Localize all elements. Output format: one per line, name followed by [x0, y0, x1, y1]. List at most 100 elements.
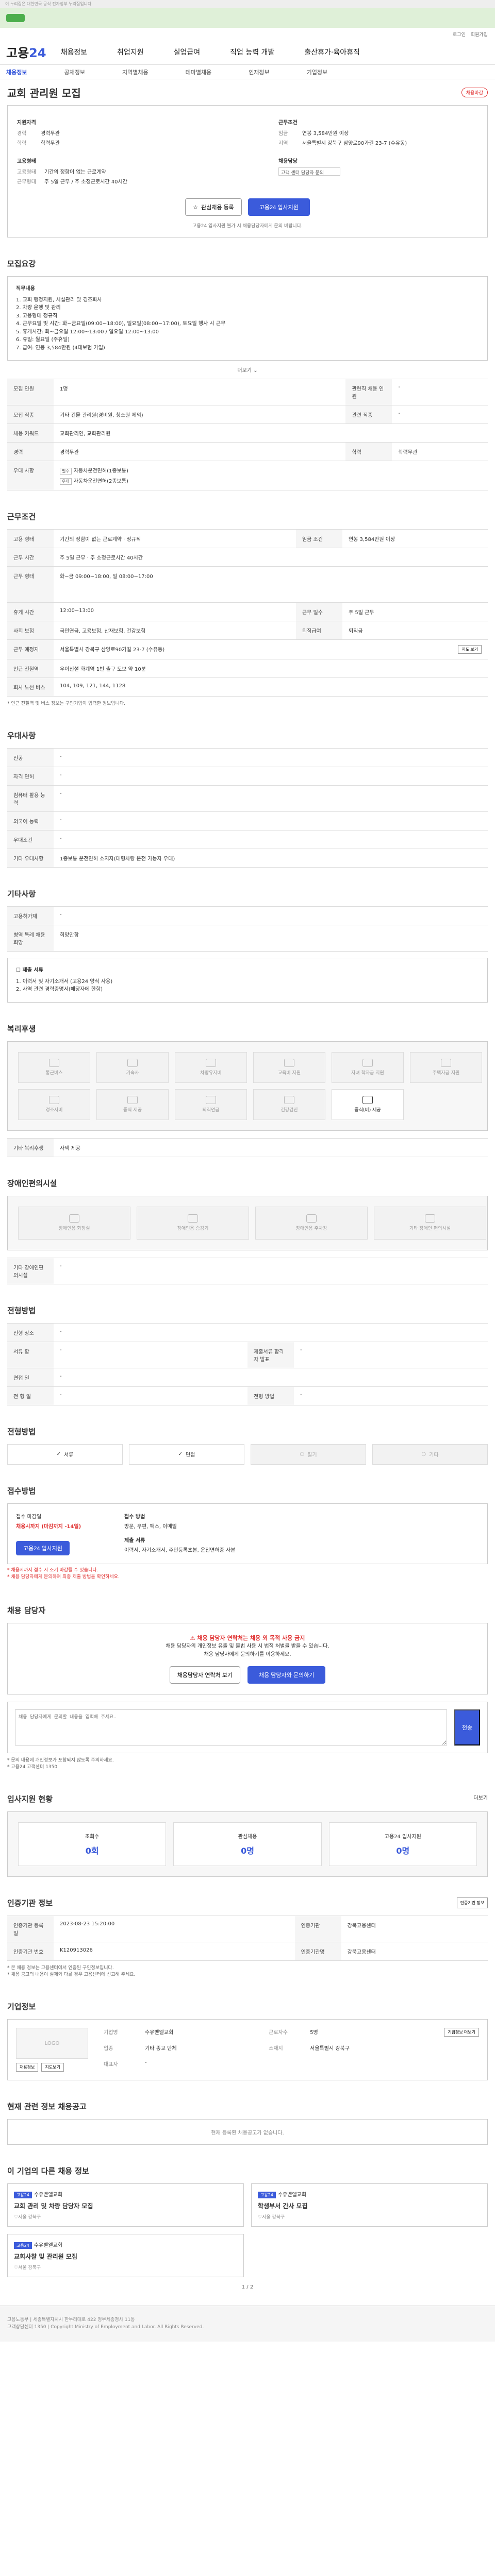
signup-link[interactable]: 회원가입: [471, 31, 488, 38]
row-key: 우대 사항: [7, 461, 54, 490]
stats-more-link[interactable]: 더보기: [473, 1793, 488, 1804]
company-left: LOGO 채용정보 지도보기: [16, 2028, 88, 2072]
job-line: 5. 휴게시간: 화~금요일 12:00~13:00 / 일요일 12:00~1…: [16, 329, 159, 335]
info-note-line: * 채용 공고의 내용이 실제와 다를 경우 고용센터에 신고해 주세요.: [7, 1972, 136, 1978]
site-logo[interactable]: 고용24: [6, 43, 46, 61]
welfare-icon: [362, 1096, 373, 1104]
stats-panel: 조회수 0회 관심채용 0명 고용24 입사지원 0명: [7, 1811, 488, 1877]
subnav-item-talent[interactable]: 인재정보: [249, 68, 269, 76]
work-heading: 근무조건: [7, 512, 36, 521]
method-value: 방문, 우편, 팩스, 이메일: [124, 1523, 177, 1530]
cond-value: 연봉 3,584만원 이상: [302, 131, 349, 137]
job-location: 서울 강북구: [18, 2265, 41, 2271]
facility-label: 장애인용 주차장: [295, 1226, 327, 1231]
row-value: -: [294, 1341, 488, 1368]
job-title[interactable]: 교회사찰 및 관리원 모집: [14, 2252, 237, 2261]
logo-main: 고용: [6, 46, 29, 60]
banner-badge: [6, 14, 25, 22]
job-card[interactable]: 고용24수유벧엘교회학생부서 간사 모집서울 강북구: [251, 2183, 488, 2227]
disabled-heading: 장애인편의시설: [7, 1178, 57, 1188]
job-title[interactable]: 교회 관리 및 차량 담당자 모집: [14, 2201, 237, 2210]
job-line: 3. 고용형태 정규직: [16, 313, 58, 319]
row-key: 채용 키워드: [7, 423, 54, 443]
job-line: 6. 휴일: 월요일 (주휴일): [16, 337, 70, 343]
row-key: 전형 장소: [7, 1323, 54, 1342]
job-card[interactable]: 고용24수유벧엘교회교회사찰 및 관리원 모집서울 강북구: [7, 2234, 244, 2278]
company-box: LOGO 채용정보 지도보기 기업명 수유벧엘교회 근로자수 5명 업종 기타 종교 …: [7, 2019, 488, 2081]
table-row: 고용허가제 -: [7, 906, 488, 925]
info-button[interactable]: 인증기관 정보: [456, 1897, 488, 1909]
heart-icon[interactable]: [14, 2265, 18, 2270]
job-meta: 서울 강북구: [258, 2213, 481, 2220]
deadline-label: 접수 마감일: [16, 1514, 42, 1520]
etc-heading: 우대사항: [7, 731, 36, 740]
company-field-key: 대표자: [104, 2062, 118, 2068]
scrap-button[interactable]: 관심채용 등록: [185, 198, 242, 216]
row-value: -: [54, 785, 488, 812]
table-row: 병역 특례 채용 희망 희망안함: [7, 925, 488, 952]
heart-icon[interactable]: [14, 2215, 18, 2220]
qual-row: 경력 경력무관: [17, 129, 217, 137]
gnb-item-leave[interactable]: 출산휴가·육아휴직: [304, 47, 360, 57]
gnb-item-support[interactable]: 취업지원: [117, 47, 144, 57]
sub-nav: 채용정보 공채정보 지역별채용 테마별채용 인재정보 기업정보: [0, 65, 495, 79]
login-link[interactable]: 로그인: [453, 31, 466, 38]
subnav-item-public[interactable]: 공채정보: [64, 68, 85, 76]
manager-heading: 채용 담당자: [7, 1605, 46, 1615]
subnav-item-theme[interactable]: 테마별채용: [186, 68, 212, 76]
welfare-label: 차량유지비: [200, 1071, 222, 1076]
subnav-item-jobs[interactable]: 채용정보: [6, 68, 27, 76]
warning-line: 채용 담당자의 개인정보 유출 및 불법 사용 시 법적 처벌을 받을 수 있습…: [166, 1643, 329, 1650]
table-row: 고용 형태 기간의 정함이 없는 근로계약 · 정규직 임금 조건 연봉 3,584만…: [7, 529, 488, 548]
row-value: K120913026: [54, 1942, 295, 1961]
similar-jobs: 고용24수유벧엘교회교회 관리 및 차량 담당자 모집서울 강북구고용24수유벧…: [7, 2183, 488, 2278]
welfare-icon: [49, 1059, 59, 1067]
pref-value: 자동차운전면허(1종보통): [73, 468, 128, 474]
cond-value: 서울특별시 강북구 삼양로90가길 23-7 (수유동): [302, 141, 407, 146]
gov-notice-text: 이 누리집은 대한민국 공식 전자정부 누리집입니다.: [5, 2, 93, 6]
row-key: 자격 면허: [7, 767, 54, 786]
map-button[interactable]: 지도 보기: [458, 645, 482, 654]
apply-box-button[interactable]: 고용24 입사지원: [16, 1540, 70, 1555]
subnav-item-region[interactable]: 지역별채용: [122, 68, 148, 76]
company-map-button[interactable]: 지도보기: [41, 2063, 64, 2072]
company-more-button[interactable]: 기업정보 더보기: [444, 2028, 479, 2037]
facility-icon: [306, 1214, 317, 1223]
gnb-item-benefit[interactable]: 실업급여: [174, 47, 201, 57]
apply-button[interactable]: 고용24 입사지원: [248, 198, 310, 216]
row-key: 외국어 능력: [7, 811, 54, 831]
facility-icon: [69, 1214, 79, 1223]
welfare-item: 통근버스: [18, 1052, 90, 1083]
stat-value: 0회: [85, 1846, 99, 1856]
gnb-item-training[interactable]: 직업 능력 개발: [230, 47, 274, 57]
gnb-item-jobs[interactable]: 채용정보: [61, 47, 88, 57]
welfare-label: 기숙사: [126, 1071, 139, 1076]
row-value: 교회관리인, 교회관리원: [54, 423, 488, 443]
subnav-item-company[interactable]: 기업정보: [307, 68, 327, 76]
summary-right: 근무조건 임금 연봉 3,584만원 이상 지역 서울특별시 강북구 삼양로90가길…: [278, 114, 478, 187]
row-key: 인증기관명: [294, 1942, 341, 1961]
qna-button[interactable]: 채용 담당자와 문의하기: [248, 1666, 326, 1684]
qa-textarea[interactable]: [15, 1709, 447, 1746]
stats-title: 입사지원 현황: [7, 1794, 53, 1804]
row-value: 기타 건물 관리원(경비원, 청소원 제외): [54, 405, 346, 424]
welfare-label: 중식(비) 제공: [354, 1108, 381, 1113]
star-icon: [193, 204, 198, 211]
contact-button[interactable]: 채용담당자 연락처 보기: [169, 1666, 240, 1684]
table-row: 모집 직종 기타 건물 관리원(경비원, 청소원 제외) 관련 직종 -: [7, 405, 488, 424]
disabled-extra-table: 기타 장애인편의시설 -: [7, 1257, 488, 1284]
row-value: 우이신설 화계역 1번 출구 도보 약 10분: [54, 659, 488, 678]
table-row: 면접 일-: [7, 1367, 488, 1387]
job-card[interactable]: 고용24수유벧엘교회교회 관리 및 차량 담당자 모집서울 강북구: [7, 2183, 244, 2227]
job-title[interactable]: 학생부서 간사 모집: [258, 2201, 481, 2210]
row-key: 퇴직급여: [295, 621, 342, 640]
apply-heading: 접수방법: [7, 1486, 36, 1496]
more-button[interactable]: 더보기 ⌄: [7, 366, 488, 374]
apply-note-line: * 채용 담당자에게 문의하여 최종 제출 방법을 확인하세요.: [7, 1574, 120, 1580]
job-description-box: 직무내용 1. 교회 행정지원, 시설관리 및 경조화사 2. 차량 운행 및 …: [7, 276, 488, 361]
qa-send-button[interactable]: 전송: [454, 1709, 480, 1746]
heart-icon[interactable]: [258, 2215, 262, 2220]
pager[interactable]: 1 / 2: [0, 2284, 495, 2290]
company-jobs-button[interactable]: 채용정보: [16, 2063, 39, 2072]
welfare-item: 주택자금 지원: [410, 1052, 482, 1083]
